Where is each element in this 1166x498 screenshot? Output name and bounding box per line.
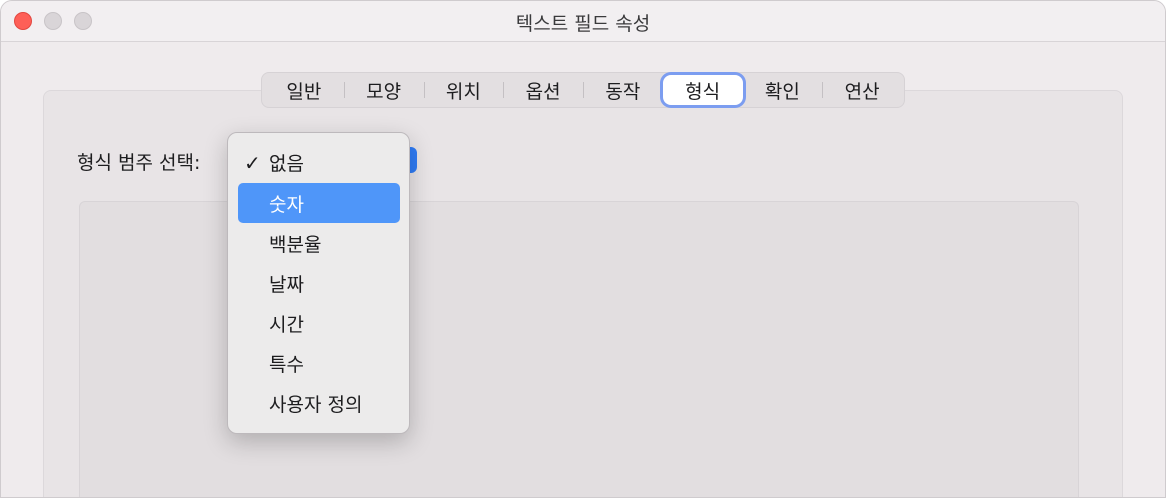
tab-appearance[interactable]: 모양 [343, 75, 424, 105]
tab-position[interactable]: 위치 [423, 75, 504, 105]
menu-item-label: 사용자 정의 [269, 393, 363, 416]
tab-options[interactable]: 옵션 [503, 75, 583, 105]
menu-item-custom[interactable]: 사용자 정의 [238, 383, 400, 423]
menu-item-label: 특수 [269, 353, 304, 376]
format-category-label: 형식 범주 선택: [77, 152, 201, 174]
menu-item-label: 숫자 [269, 193, 304, 216]
menu-item-label: 백분율 [269, 233, 322, 256]
tab-calculate[interactable]: 연산 [822, 75, 902, 105]
menu-item-number[interactable]: 숫자 [238, 183, 400, 223]
menu-item-time[interactable]: 시간 [238, 303, 400, 343]
tab-validate[interactable]: 확인 [743, 75, 823, 105]
tab-bar: 일반 모양 위치 옵션 동작 형식 확인 연산 [261, 72, 905, 108]
title-bar: 텍스트 필드 속성 [1, 1, 1165, 42]
properties-window: 텍스트 필드 속성 일반 모양 위치 옵션 동작 형식 확인 연산 형식 범주 … [0, 0, 1166, 498]
menu-item-special[interactable]: 특수 [238, 343, 400, 383]
tab-general[interactable]: 일반 [264, 75, 344, 105]
menu-item-date[interactable]: 날짜 [238, 263, 400, 303]
tab-format[interactable]: 형식 [662, 75, 743, 105]
menu-item-label: 날짜 [269, 273, 304, 296]
window-title: 텍스트 필드 속성 [515, 13, 651, 35]
menu-item-label: 없음 [269, 152, 304, 175]
checkmark-icon: ✓ [244, 151, 261, 175]
menu-item-none[interactable]: ✓ 없음 [238, 142, 400, 182]
tab-actions[interactable]: 동작 [583, 75, 663, 105]
format-category-menu: ✓ 없음 숫자 백분율 날짜 시간 특수 사용자 정의 [227, 132, 410, 434]
menu-item-label: 시간 [269, 313, 304, 336]
menu-item-percent[interactable]: 백분율 [238, 223, 400, 263]
